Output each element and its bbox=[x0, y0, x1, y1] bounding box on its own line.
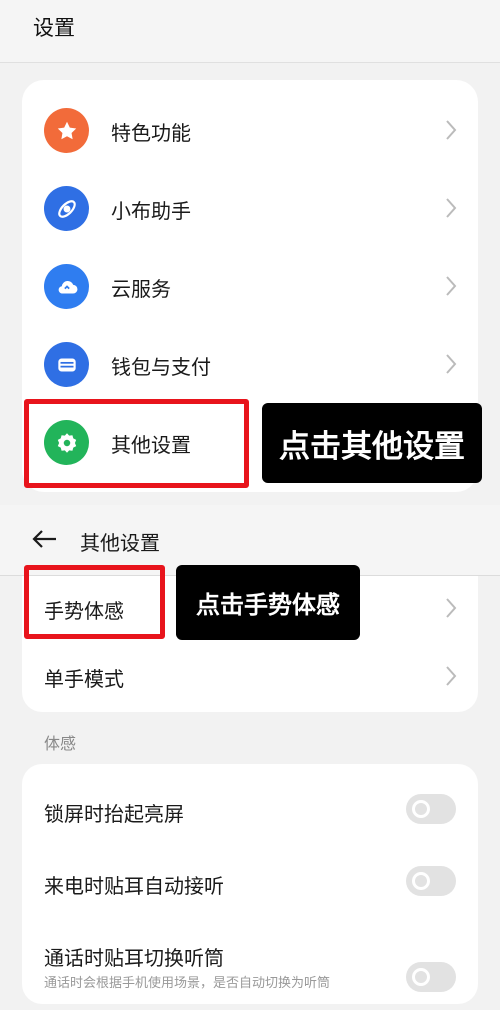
settings-item-one-hand[interactable]: 单手模式 bbox=[22, 644, 478, 712]
switch-earpiece-switch[interactable] bbox=[406, 962, 456, 992]
highlight-box-gesture bbox=[24, 565, 165, 639]
page-title: 设置 bbox=[33, 16, 75, 40]
chevron-right-icon bbox=[446, 598, 457, 618]
chevron-right-icon bbox=[446, 276, 457, 296]
settings-item-label: 钱包与支付 bbox=[111, 355, 211, 379]
settings-item-label: 云服务 bbox=[111, 277, 171, 301]
callout-other-settings: 点击其他设置 bbox=[262, 403, 482, 483]
assistant-icon bbox=[44, 186, 89, 231]
sub-page-title: 其他设置 bbox=[80, 531, 160, 555]
settings-item-featured[interactable]: 特色功能 bbox=[22, 92, 478, 170]
settings-item-wallet[interactable]: 钱包与支付 bbox=[22, 326, 478, 404]
toggle-row-auto-answer: 来电时贴耳自动接听 bbox=[22, 848, 478, 920]
switch-knob bbox=[412, 872, 430, 890]
settings-item-label: 特色功能 bbox=[111, 121, 191, 145]
toggle-label: 来电时贴耳自动接听 bbox=[44, 874, 224, 898]
settings-item-label: 小布助手 bbox=[111, 199, 191, 223]
highlight-box-other-settings bbox=[24, 399, 249, 488]
star-icon bbox=[44, 108, 89, 153]
toggle-label: 通话时贴耳切换听筒 bbox=[44, 946, 224, 970]
top-bar: 设置 bbox=[0, 0, 500, 63]
toggle-description: 通话时会根据手机使用场景，是否自动切换为听筒 bbox=[44, 976, 331, 991]
motion-card: 锁屏时抬起亮屏 来电时贴耳自动接听 通话时贴耳切换听筒 通话时会根据手机使用场景… bbox=[22, 764, 478, 1004]
auto-answer-switch[interactable] bbox=[406, 866, 456, 896]
switch-knob bbox=[412, 968, 430, 986]
callout-gesture: 点击手势体感 bbox=[176, 565, 360, 640]
section-label-motion: 体感 bbox=[44, 734, 77, 753]
chevron-right-icon bbox=[446, 666, 457, 686]
raise-to-wake-switch[interactable] bbox=[406, 794, 456, 824]
cloud-icon bbox=[44, 264, 89, 309]
wallet-icon bbox=[44, 342, 89, 387]
chevron-right-icon bbox=[446, 120, 457, 140]
toggle-row-switch-earpiece: 通话时贴耳切换听筒 通话时会根据手机使用场景，是否自动切换为听筒 bbox=[22, 920, 478, 1010]
toggle-row-raise-to-wake: 锁屏时抬起亮屏 bbox=[22, 776, 478, 848]
settings-item-cloud[interactable]: 云服务 bbox=[22, 248, 478, 326]
settings-item-assistant[interactable]: 小布助手 bbox=[22, 170, 478, 248]
back-arrow-icon[interactable] bbox=[30, 527, 58, 551]
toggle-label: 锁屏时抬起亮屏 bbox=[44, 802, 184, 826]
chevron-right-icon bbox=[446, 354, 457, 374]
switch-knob bbox=[412, 800, 430, 818]
chevron-right-icon bbox=[446, 198, 457, 218]
settings-item-label: 单手模式 bbox=[44, 667, 124, 691]
